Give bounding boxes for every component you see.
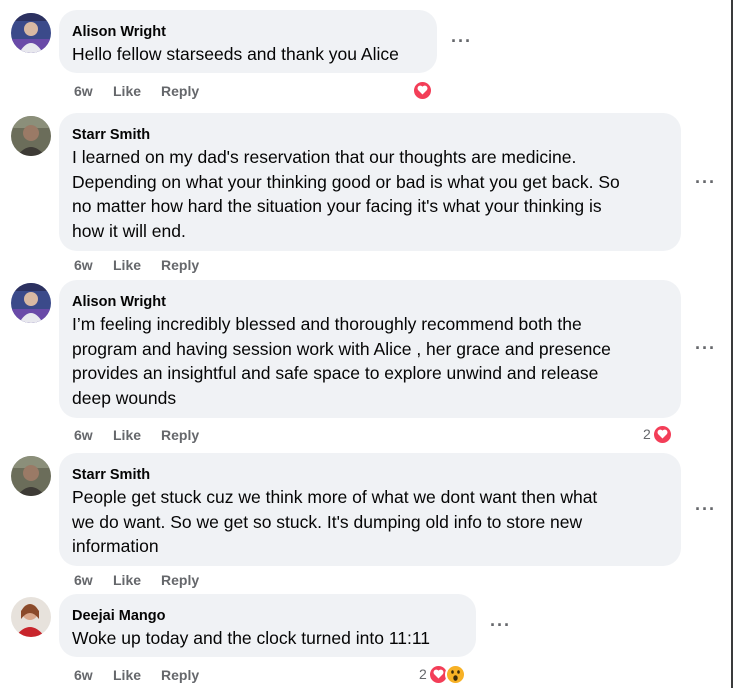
more-options-icon[interactable]: ··· <box>490 616 510 634</box>
comment-bubble: Starr Smith People get stuck cuz we thin… <box>59 453 681 566</box>
avatar[interactable] <box>11 597 51 637</box>
more-options-icon[interactable]: ··· <box>451 32 471 50</box>
avatar[interactable] <box>11 456 51 496</box>
comment-text-line: I’m feeling incredibly blessed and thoro… <box>72 314 582 334</box>
more-options-icon[interactable]: ··· <box>695 500 715 518</box>
reaction-summary[interactable] <box>411 79 433 101</box>
comment-time[interactable]: 6w <box>74 426 93 444</box>
wow-icon <box>444 663 466 685</box>
comment-text-line: deep wounds <box>72 387 177 408</box>
comment-actions: 6w Like Reply <box>74 82 274 100</box>
comment-time[interactable]: 6w <box>74 256 93 274</box>
comment-text-line: I learned on my dad's reservation that o… <box>72 147 577 167</box>
comment-bubble: Alison Wright I’m feeling incredibly ble… <box>59 280 681 418</box>
reply-button[interactable]: Reply <box>161 426 199 444</box>
comment-time[interactable]: 6w <box>74 82 93 100</box>
comment-actions: 6w Like Reply <box>74 666 274 684</box>
like-button[interactable]: Like <box>113 666 141 684</box>
comment-actions: 6w Like Reply <box>74 256 274 274</box>
comment-author[interactable]: Alison Wright <box>72 292 669 312</box>
avatar[interactable] <box>11 116 51 156</box>
comment-bubble: Alison Wright Hello fellow starseeds and… <box>59 10 437 73</box>
more-options-icon[interactable]: ··· <box>695 339 715 357</box>
comment-text: Woke up today and the clock turned into … <box>72 628 431 648</box>
comment-text-line: no matter how hard the situation your fa… <box>72 196 602 216</box>
like-button[interactable]: Like <box>113 82 141 100</box>
comment-text-line: program and having session work with Ali… <box>72 338 611 359</box>
comment-text-line: we do want. So we get so stuck. It's dum… <box>72 511 583 532</box>
heart-icon <box>412 79 433 101</box>
comment-author[interactable]: Alison Wright <box>72 22 425 42</box>
comment-text-line: Depending on what your thinking good or … <box>72 171 620 192</box>
comment-bubble: Deejai Mango Woke up today and the clock… <box>59 594 476 657</box>
reply-button[interactable]: Reply <box>161 571 199 589</box>
comment-time[interactable]: 6w <box>74 571 93 589</box>
reaction-summary[interactable]: 2 <box>419 663 466 685</box>
comment-author[interactable]: Starr Smith <box>72 125 669 145</box>
comment-time[interactable]: 6w <box>74 666 93 684</box>
comment-text: Hello fellow starseeds and thank you Ali… <box>72 44 399 64</box>
comment-text-line: information <box>72 536 159 556</box>
more-options-icon[interactable]: ··· <box>695 173 715 191</box>
comment-actions: 6w Like Reply <box>74 571 274 589</box>
reaction-count: 2 <box>419 666 427 682</box>
reply-button[interactable]: Reply <box>161 256 199 274</box>
reaction-count: 2 <box>643 426 651 442</box>
comment-author[interactable]: Deejai Mango <box>72 606 464 626</box>
like-button[interactable]: Like <box>113 571 141 589</box>
comment-text-line: how it will end. <box>72 220 186 241</box>
comment-actions: 6w Like Reply <box>74 426 274 444</box>
avatar[interactable] <box>11 13 51 53</box>
avatar[interactable] <box>11 283 51 323</box>
reaction-summary[interactable]: 2 <box>643 423 673 445</box>
reply-button[interactable]: Reply <box>161 82 199 100</box>
like-button[interactable]: Like <box>113 256 141 274</box>
comment-text-line: People get stuck cuz we think more of wh… <box>72 487 598 507</box>
comment-author[interactable]: Starr Smith <box>72 465 669 485</box>
heart-icon <box>651 423 673 445</box>
comment-text-line: provides an insightful and safe space to… <box>72 363 599 383</box>
reply-button[interactable]: Reply <box>161 666 199 684</box>
comment-bubble: Starr Smith I learned on my dad's reserv… <box>59 113 681 251</box>
like-button[interactable]: Like <box>113 426 141 444</box>
